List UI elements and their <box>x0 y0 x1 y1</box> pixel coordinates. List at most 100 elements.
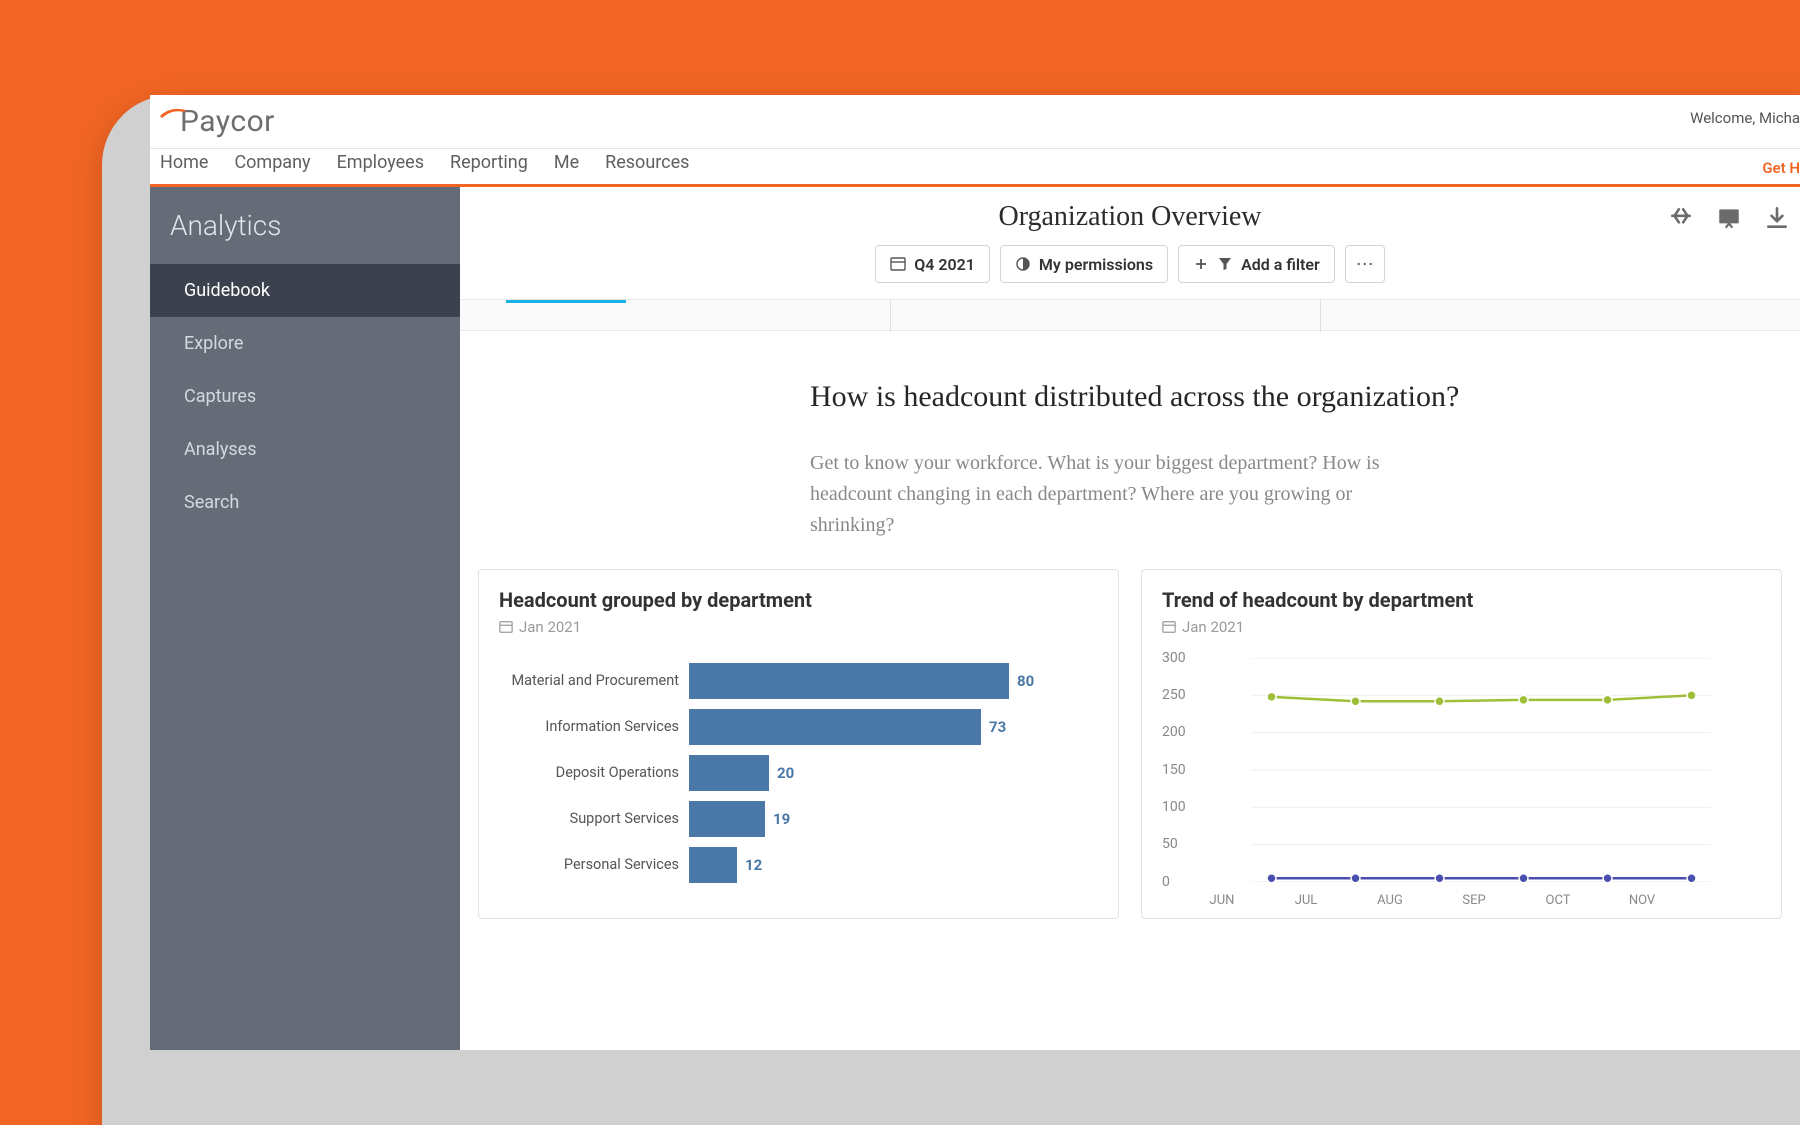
x-tick-label: SEP <box>1462 893 1485 908</box>
bar-row: Support Services 19 <box>499 796 1098 842</box>
bar-row: Material and Procurement 80 <box>499 658 1098 704</box>
nav-home[interactable]: Home <box>160 152 208 173</box>
y-tick-label: 100 <box>1162 799 1186 815</box>
permissions-filter-label: My permissions <box>1039 255 1153 274</box>
sidebar: Analytics Guidebook Explore Captures Ana… <box>150 187 460 1050</box>
calendar-icon <box>499 620 513 634</box>
half-circle-icon <box>1015 256 1031 272</box>
line-card-subtitle-text: Jan 2021 <box>1182 618 1244 636</box>
add-filter-button[interactable]: Add a filter <box>1178 245 1335 283</box>
bar-value-label: 73 <box>989 718 1006 736</box>
bar-category-label: Deposit Operations <box>499 764 689 781</box>
sidebar-item-label: Captures <box>184 386 256 407</box>
y-tick-label: 200 <box>1162 724 1186 740</box>
filter-toolbar: Q4 2021 My permissions Add a filter ⋯ <box>460 245 1800 283</box>
x-tick-label: JUL <box>1295 893 1318 908</box>
top-bar: Paycor Welcome, Micha <box>150 95 1800 149</box>
y-tick-label: 50 <box>1162 836 1178 852</box>
bar-chart: Material and Procurement 80 Information Se… <box>499 658 1098 888</box>
sidebar-item-explore[interactable]: Explore <box>150 317 460 370</box>
bar-chart-card: Headcount grouped by department Jan 2021… <box>478 569 1119 919</box>
nav-me[interactable]: Me <box>554 152 579 173</box>
download-icon[interactable] <box>1764 205 1790 231</box>
content-area: Organization Overview Q4 2021 My permiss… <box>460 187 1800 1050</box>
bar <box>689 847 737 883</box>
funnel-icon <box>1217 256 1233 272</box>
bar-track: 20 <box>689 755 1098 791</box>
calendar-icon <box>1162 620 1176 634</box>
nav-company[interactable]: Company <box>234 152 310 173</box>
bar-category-label: Information Services <box>499 718 689 735</box>
sidebar-title: Analytics <box>150 187 460 264</box>
bar <box>689 709 981 745</box>
bar <box>689 663 1009 699</box>
y-tick-label: 250 <box>1162 687 1186 703</box>
sidebar-item-label: Explore <box>184 333 243 354</box>
page-header: Organization Overview Q4 2021 My permiss… <box>460 187 1800 283</box>
collapse-icon[interactable] <box>1668 205 1694 231</box>
nav-employees[interactable]: Employees <box>337 152 424 173</box>
page-action-icons <box>1668 205 1790 231</box>
bar-value-label: 20 <box>777 764 794 782</box>
add-filter-label: Add a filter <box>1241 255 1320 274</box>
progress-strip[interactable] <box>460 299 1800 331</box>
calendar-icon <box>890 256 906 272</box>
bar-value-label: 19 <box>773 810 790 828</box>
line-chart: 050100150200250300JUNJULAUGSEPOCTNOV <box>1162 658 1761 908</box>
x-tick-label: OCT <box>1546 893 1571 908</box>
progress-divider <box>1320 300 1321 332</box>
y-tick-label: 150 <box>1162 762 1186 778</box>
bar-row: Personal Services12 <box>499 842 1098 888</box>
nav-resources[interactable]: Resources <box>605 152 689 173</box>
period-filter-button[interactable]: Q4 2021 <box>875 245 990 283</box>
bar-value-label: 12 <box>745 856 762 874</box>
plus-icon <box>1193 256 1209 272</box>
welcome-text: Welcome, Micha <box>1690 109 1800 127</box>
section-heading: How is headcount distributed across the … <box>810 377 1510 418</box>
period-filter-label: Q4 2021 <box>914 255 975 274</box>
brand-text: Paycor <box>180 104 275 139</box>
bar-card-subtitle-text: Jan 2021 <box>519 618 581 636</box>
permissions-filter-button[interactable]: My permissions <box>1000 245 1168 283</box>
brand-swish-icon <box>160 106 186 120</box>
line-plot <box>1202 658 1761 882</box>
sidebar-item-label: Analyses <box>184 439 257 460</box>
bar-row: Information Services 73 <box>499 704 1098 750</box>
sidebar-item-label: Guidebook <box>184 280 270 301</box>
sidebar-item-label: Search <box>184 492 239 513</box>
sidebar-item-search[interactable]: Search <box>150 476 460 529</box>
sidebar-item-captures[interactable]: Captures <box>150 370 460 423</box>
app-screen: Paycor Welcome, Micha Home Company Emplo… <box>150 95 1800 1050</box>
bar-category-label: Support Services <box>499 810 689 827</box>
insight-section: How is headcount distributed across the … <box>460 331 1510 569</box>
bar-value-label: 80 <box>1017 672 1034 690</box>
more-menu-button[interactable]: ⋯ <box>1345 245 1385 283</box>
x-tick-label: AUG <box>1377 893 1403 908</box>
bar-track: 12 <box>689 847 1098 883</box>
y-tick-label: 0 <box>1162 874 1170 890</box>
main-nav: Home Company Employees Reporting Me Reso… <box>150 149 1800 187</box>
line-card-subtitle: Jan 2021 <box>1162 618 1761 636</box>
sidebar-item-analyses[interactable]: Analyses <box>150 423 460 476</box>
progress-segment-active <box>506 300 626 303</box>
bar-card-title: Headcount grouped by department <box>499 588 1098 612</box>
bar-category-label: Material and Procurement <box>499 672 689 689</box>
section-body: Get to know your workforce. What is your… <box>810 448 1410 541</box>
x-tick-label: NOV <box>1629 893 1655 908</box>
brand-logo: Paycor <box>160 104 275 139</box>
progress-divider <box>890 300 891 332</box>
bar-track: 19 <box>689 801 1098 837</box>
page-title: Organization Overview <box>460 201 1800 233</box>
nav-reporting[interactable]: Reporting <box>450 152 528 173</box>
line-card-title: Trend of headcount by department <box>1162 588 1761 612</box>
cards-row: Headcount grouped by department Jan 2021… <box>460 569 1800 919</box>
x-tick-label: JUN <box>1210 893 1235 908</box>
sidebar-item-guidebook[interactable]: Guidebook <box>150 264 460 317</box>
y-tick-label: 300 <box>1162 650 1186 666</box>
bar <box>689 755 769 791</box>
bar-track: 80 <box>689 663 1098 699</box>
present-icon[interactable] <box>1716 205 1742 231</box>
bar-track: 73 <box>689 709 1098 745</box>
get-help-link[interactable]: Get H <box>1762 159 1800 177</box>
marketing-backdrop: Paycor Welcome, Micha Home Company Emplo… <box>0 0 1800 1125</box>
